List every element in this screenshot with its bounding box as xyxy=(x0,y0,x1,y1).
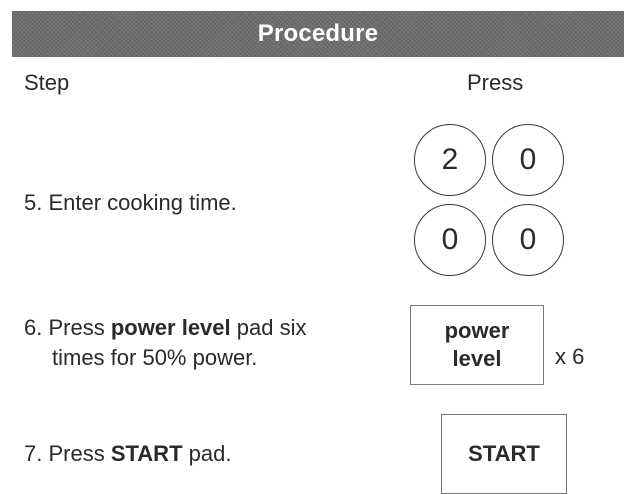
step-6-bold: power level xyxy=(110,315,231,340)
step-6-suffix: pad six xyxy=(230,315,307,340)
digit-key-0: 0 xyxy=(414,204,486,276)
step-6-prefix: 6. Press xyxy=(24,315,111,340)
press-column-label: Press xyxy=(467,70,524,95)
start-key: START xyxy=(441,414,567,494)
power-level-times: x 6 xyxy=(555,344,585,369)
step-6-line2: times for 50% power. xyxy=(52,345,258,370)
digit-key-0: 0 xyxy=(492,124,564,196)
procedure-header: Procedure xyxy=(12,11,624,57)
power-level-key: power level xyxy=(410,305,544,385)
step-7-bold: START xyxy=(110,441,183,466)
step-5-text: 5. Enter cooking time. xyxy=(24,190,237,215)
digit-key-0: 0 xyxy=(492,204,564,276)
step-7-prefix: 7. Press xyxy=(24,441,111,466)
step-6-text: 6. Press power level pad six times for 5… xyxy=(24,313,394,373)
power-level-key-line1: power xyxy=(444,318,510,343)
step-7-text: 7. Press START pad. xyxy=(24,439,231,469)
step-column-label: Step xyxy=(24,70,70,95)
step-7-suffix: pad. xyxy=(182,441,232,466)
digit-key-2: 2 xyxy=(414,124,486,196)
header-title: Procedure xyxy=(257,20,379,47)
power-level-key-line2: level xyxy=(452,346,502,371)
